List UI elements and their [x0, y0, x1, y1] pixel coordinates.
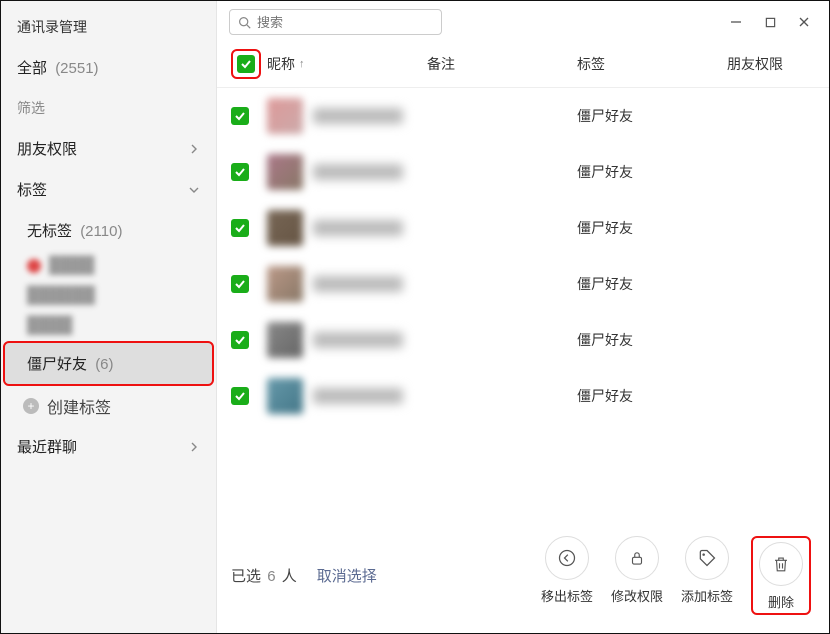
sort-asc-icon: ↑ [299, 58, 305, 70]
table-row[interactable]: 僵尸好友 [217, 144, 829, 200]
sidebar-tag-none[interactable]: 无标签 (2110) [1, 210, 216, 251]
sidebar-tag-zombie[interactable]: 僵尸好友 (6) [3, 341, 214, 386]
lock-icon [628, 549, 646, 567]
row-checkbox[interactable] [231, 219, 249, 237]
nickname-blurred [313, 108, 403, 124]
nickname-blurred [313, 276, 403, 292]
table-row[interactable]: 僵尸好友 [217, 88, 829, 144]
avatar [267, 378, 303, 414]
avatar [267, 210, 303, 246]
avatar [267, 322, 303, 358]
search-box[interactable] [229, 9, 442, 35]
table-row[interactable]: 僵尸好友 [217, 256, 829, 312]
topbar [217, 1, 829, 39]
row-checkbox[interactable] [231, 331, 249, 349]
sidebar-tag-blurred-1[interactable]: ████ [1, 251, 216, 281]
footer-bar: 已选 6 人 取消选择 移出标签 修改权限 添加标签 删除 [217, 522, 829, 633]
sidebar-tag-blurred-3[interactable]: ████ [1, 311, 216, 341]
sidebar: 通讯录管理 全部 (2551) 筛选 朋友权限 标签 无标签 (2110) ██… [1, 1, 217, 633]
sidebar-tag-blurred-2[interactable]: ██████ [1, 281, 216, 311]
table-header: 昵称 ↑ 备注 标签 朋友权限 [217, 39, 829, 88]
sidebar-item-all[interactable]: 全部 (2551) [1, 47, 216, 88]
column-remark[interactable]: 备注 [427, 54, 577, 74]
search-icon [238, 16, 251, 29]
row-tag: 僵尸好友 [577, 274, 727, 294]
minimize-button[interactable] [729, 15, 743, 29]
app-title: 通讯录管理 [1, 7, 216, 47]
column-permission[interactable]: 朋友权限 [727, 54, 815, 74]
nickname-blurred [313, 332, 403, 348]
column-tag[interactable]: 标签 [577, 54, 727, 74]
maximize-button[interactable] [763, 15, 777, 29]
contact-list: 僵尸好友 僵尸好友 僵尸好友 僵尸好友 [217, 88, 829, 522]
main-panel: 昵称 ↑ 备注 标签 朋友权限 僵尸好友 僵尸好友 僵尸好友 [217, 1, 829, 633]
add-tag-button[interactable]: 添加标签 [681, 536, 733, 615]
tag-icon [697, 548, 717, 568]
sidebar-create-tag[interactable]: + 创建标签 [1, 386, 216, 426]
row-checkbox[interactable] [231, 387, 249, 405]
nickname-blurred [313, 388, 403, 404]
chevron-right-icon [188, 143, 200, 155]
avatar [267, 98, 303, 134]
arrow-left-icon [557, 548, 577, 568]
select-all-checkbox[interactable] [237, 55, 255, 73]
row-tag: 僵尸好友 [577, 330, 727, 350]
delete-button[interactable]: 删除 [759, 542, 803, 611]
nickname-blurred [313, 220, 403, 236]
row-tag: 僵尸好友 [577, 218, 727, 238]
table-row[interactable]: 僵尸好友 [217, 312, 829, 368]
column-nickname[interactable]: 昵称 ↑ [267, 54, 427, 74]
row-tag: 僵尸好友 [577, 106, 727, 126]
search-input[interactable] [257, 15, 433, 30]
avatar [267, 154, 303, 190]
row-checkbox[interactable] [231, 163, 249, 181]
cancel-selection[interactable]: 取消选择 [317, 565, 377, 586]
sidebar-item-recent-groups[interactable]: 最近群聊 [1, 426, 216, 467]
plus-icon: + [23, 398, 39, 414]
sidebar-item-permissions[interactable]: 朋友权限 [1, 128, 216, 169]
sidebar-filter-label: 筛选 [1, 88, 216, 128]
row-tag: 僵尸好友 [577, 386, 727, 406]
row-tag: 僵尸好友 [577, 162, 727, 182]
edit-permission-button[interactable]: 修改权限 [611, 536, 663, 615]
sidebar-item-tags[interactable]: 标签 [1, 169, 216, 210]
chevron-down-icon [188, 184, 200, 196]
nickname-blurred [313, 164, 403, 180]
close-button[interactable] [797, 15, 811, 29]
trash-icon [772, 555, 790, 573]
avatar [267, 266, 303, 302]
row-checkbox[interactable] [231, 275, 249, 293]
select-all-highlight [231, 49, 261, 79]
remove-tag-button[interactable]: 移出标签 [541, 536, 593, 615]
table-row[interactable]: 僵尸好友 [217, 200, 829, 256]
row-checkbox[interactable] [231, 107, 249, 125]
table-row[interactable]: 僵尸好友 [217, 368, 829, 424]
delete-highlight: 删除 [751, 536, 811, 615]
chevron-right-icon [188, 441, 200, 453]
selection-count: 已选 6 人 [231, 565, 297, 586]
